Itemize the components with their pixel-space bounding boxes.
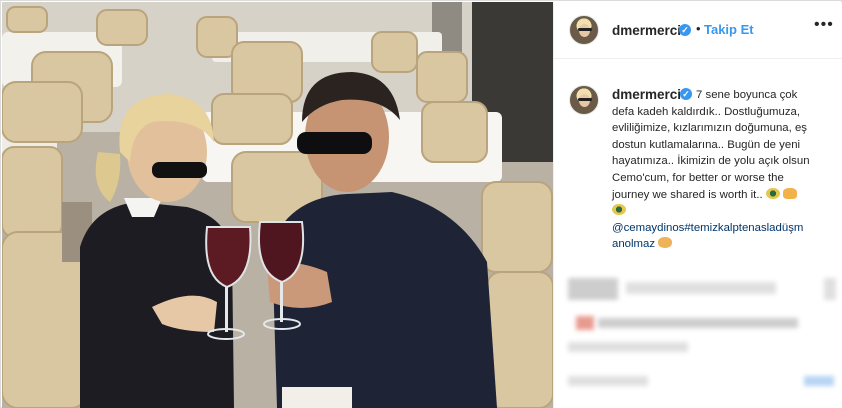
header-username[interactable]: dmermerci: [612, 23, 681, 38]
blurred-emoji: [576, 316, 594, 330]
avatar-glasses: [578, 98, 592, 101]
mention-link[interactable]: @cemaydinos: [612, 222, 684, 234]
post-header: dmermerci ✓ • Takip Et •••: [554, 2, 842, 59]
blurred-text: [568, 376, 648, 386]
instagram-post: dmermerci ✓ • Takip Et ••• dmermerci ✓ 7…: [0, 0, 842, 408]
blurred-link: [804, 376, 834, 386]
avatar[interactable]: [569, 15, 599, 45]
caption-line: journey we shared is worth it..: [612, 188, 763, 201]
earth-emoji-icon: [765, 187, 780, 199]
post-side-panel: dmermerci ✓ • Takip Et ••• dmermerci ✓ 7…: [553, 2, 842, 408]
follow-button[interactable]: Takip Et: [704, 22, 754, 37]
blurred-avatar: [568, 278, 618, 300]
more-options-icon[interactable]: •••: [814, 16, 834, 34]
post-photo[interactable]: [2, 2, 553, 408]
blurred-icon: [824, 278, 836, 300]
praying-hands-emoji-icon: [783, 187, 798, 199]
caption-text: 7 sene boyunca çok defa kadeh kaldırdık.…: [612, 87, 834, 253]
caption-line: defa kadeh kaldırdık.. Dostluğumuza,: [612, 105, 801, 118]
hashtag-link-cont[interactable]: anolmaz: [612, 238, 655, 250]
hashtag-link[interactable]: #temizkalptenasladüşm: [684, 222, 803, 234]
caption-block: dmermerci ✓ 7 sene boyunca çok defa kade…: [554, 60, 842, 260]
caption-line: Cemo'cum, for better or worse the: [612, 171, 784, 184]
clapping-hand-emoji-icon: [658, 237, 673, 249]
caption-line: evliliğimize, kızlarımızın doğumuna, eş: [612, 122, 807, 135]
blurred-text: [568, 342, 688, 352]
caption-line: 7 sene boyunca çok: [696, 89, 798, 101]
caption-avatar[interactable]: [569, 85, 599, 115]
separator-dot: •: [696, 21, 701, 36]
blurred-text: [598, 318, 798, 328]
caption-line: dostun kutlamalarına.. Bugün de yeni: [612, 138, 801, 151]
blurred-text: [626, 282, 776, 294]
earth-emoji-icon: [612, 204, 626, 216]
avatar-glasses: [578, 28, 592, 31]
caption-line: hayatımıza.. İkimizin de yolu açık olsun: [612, 155, 810, 168]
photo-illustration: [2, 2, 553, 408]
verified-badge-icon: ✓: [679, 24, 691, 36]
